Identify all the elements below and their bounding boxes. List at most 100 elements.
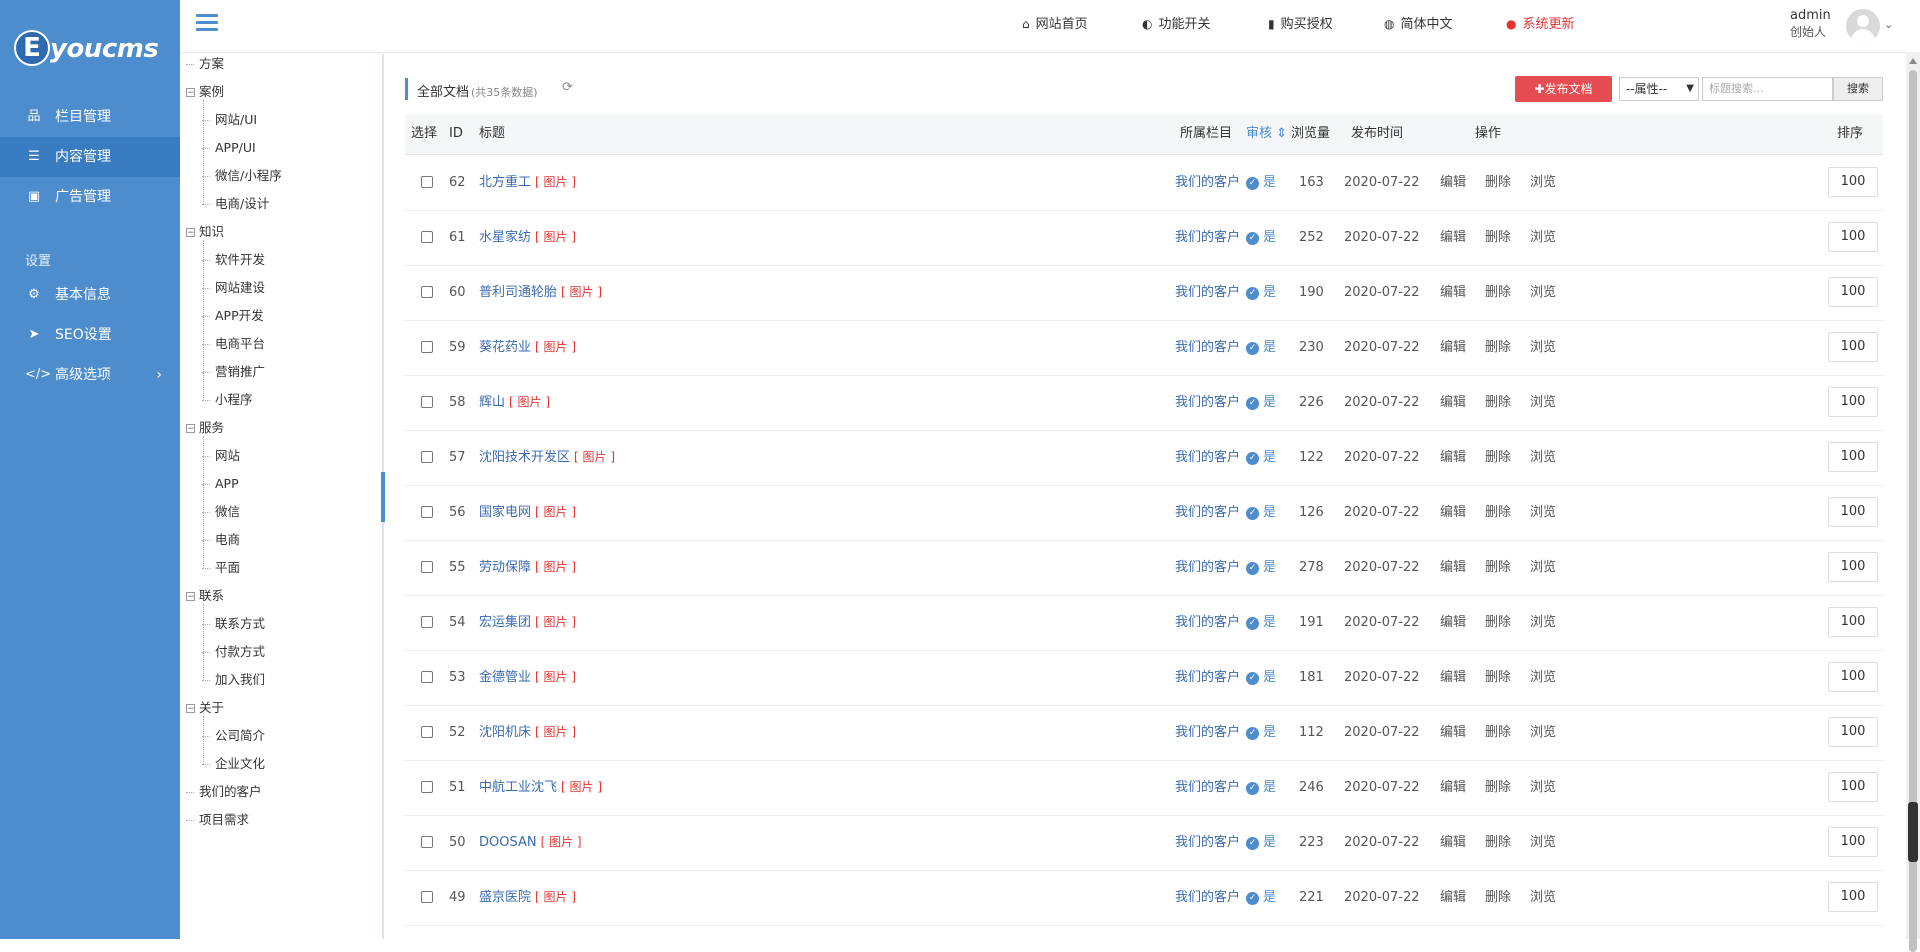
tree-child-node[interactable]: 加入我们 bbox=[202, 669, 265, 691]
view-link[interactable]: 浏览 bbox=[1530, 705, 1556, 760]
delete-link[interactable]: 删除 bbox=[1485, 265, 1511, 320]
edit-link[interactable]: 编辑 bbox=[1440, 815, 1466, 870]
row-title-link[interactable]: 北方重工 bbox=[479, 175, 531, 190]
row-checkbox[interactable] bbox=[421, 836, 433, 848]
collapse-icon[interactable]: − bbox=[186, 228, 195, 238]
sort-order-input[interactable]: 100 bbox=[1828, 387, 1878, 417]
row-title-link[interactable]: 中航工业沈飞 bbox=[479, 780, 557, 795]
sort-order-input[interactable]: 100 bbox=[1828, 607, 1878, 637]
tree-child-node[interactable]: 小程序 bbox=[202, 389, 253, 411]
row-audit[interactable]: ✓ 是 bbox=[1246, 540, 1276, 595]
row-title-link[interactable]: DOOSAN bbox=[479, 835, 537, 850]
row-title-link[interactable]: 辉山 bbox=[479, 395, 505, 410]
scroll-up-icon[interactable] bbox=[1909, 58, 1917, 64]
tree-child-node[interactable]: 微信/小程序 bbox=[202, 165, 282, 187]
panel-divider-handle[interactable] bbox=[381, 472, 385, 522]
row-title-link[interactable]: 沈阳技术开发区 bbox=[479, 450, 570, 465]
title-search-input[interactable]: 标题搜索... bbox=[1702, 77, 1833, 101]
row-checkbox[interactable] bbox=[421, 561, 433, 573]
edit-link[interactable]: 编辑 bbox=[1440, 595, 1466, 650]
delete-link[interactable]: 删除 bbox=[1485, 760, 1511, 815]
sort-order-input[interactable]: 100 bbox=[1828, 497, 1878, 527]
tree-child-node[interactable]: 网站 bbox=[202, 445, 240, 467]
row-title-link[interactable]: 国家电网 bbox=[479, 505, 531, 520]
collapse-icon[interactable]: − bbox=[186, 88, 195, 98]
tree-node[interactable]: − 知识 bbox=[186, 221, 224, 243]
row-audit[interactable]: ✓ 是 bbox=[1246, 320, 1276, 375]
row-title-link[interactable]: 沈阳机床 bbox=[479, 725, 531, 740]
view-link[interactable]: 浏览 bbox=[1530, 210, 1556, 265]
tree-child-node[interactable]: 软件开发 bbox=[202, 249, 265, 271]
delete-link[interactable]: 删除 bbox=[1485, 595, 1511, 650]
sidebar-settings-item-0[interactable]: ⚙ 基本信息 bbox=[0, 275, 180, 315]
view-link[interactable]: 浏览 bbox=[1530, 375, 1556, 430]
row-checkbox[interactable] bbox=[421, 616, 433, 628]
delete-link[interactable]: 删除 bbox=[1485, 870, 1511, 925]
row-checkbox[interactable] bbox=[421, 176, 433, 188]
delete-link[interactable]: 删除 bbox=[1485, 705, 1511, 760]
edit-link[interactable]: 编辑 bbox=[1440, 540, 1466, 595]
edit-link[interactable]: 编辑 bbox=[1440, 430, 1466, 485]
row-audit[interactable]: ✓ 是 bbox=[1246, 760, 1276, 815]
sidebar-item-1[interactable]: ☰ 内容管理 bbox=[0, 137, 180, 177]
view-link[interactable]: 浏览 bbox=[1530, 650, 1556, 705]
view-link[interactable]: 浏览 bbox=[1530, 815, 1556, 870]
sort-order-input[interactable]: 100 bbox=[1828, 277, 1878, 307]
row-category[interactable]: 我们的客户 bbox=[1175, 430, 1240, 485]
tree-node[interactable]: 项目需求 bbox=[186, 809, 249, 831]
sort-order-input[interactable]: 100 bbox=[1828, 442, 1878, 472]
avatar[interactable] bbox=[1846, 9, 1880, 43]
topbar-link-3[interactable]: ◍ 简体中文 bbox=[1384, 0, 1453, 48]
row-title[interactable]: 沈阳机床 [ 图片 ] bbox=[479, 705, 576, 760]
row-checkbox[interactable] bbox=[421, 726, 433, 738]
edit-link[interactable]: 编辑 bbox=[1440, 155, 1466, 210]
row-audit[interactable]: ✓ 是 bbox=[1246, 265, 1276, 320]
tree-node[interactable]: 我们的客户 bbox=[186, 781, 262, 803]
edit-link[interactable]: 编辑 bbox=[1440, 485, 1466, 540]
edit-link[interactable]: 编辑 bbox=[1440, 320, 1466, 375]
row-category[interactable]: 我们的客户 bbox=[1175, 540, 1240, 595]
row-title-link[interactable]: 水星家纺 bbox=[479, 230, 531, 245]
page-scrollbar[interactable] bbox=[1906, 52, 1920, 952]
tree-child-node[interactable]: 网站/UI bbox=[202, 109, 257, 131]
tree-child-node[interactable]: APP bbox=[202, 473, 239, 495]
row-audit[interactable]: ✓ 是 bbox=[1246, 485, 1276, 540]
view-link[interactable]: 浏览 bbox=[1530, 430, 1556, 485]
tree-child-node[interactable]: 网站建设 bbox=[202, 277, 265, 299]
edit-link[interactable]: 编辑 bbox=[1440, 760, 1466, 815]
tree-child-node[interactable]: 营销推广 bbox=[202, 361, 265, 383]
row-category[interactable]: 我们的客户 bbox=[1175, 815, 1240, 870]
row-checkbox[interactable] bbox=[421, 781, 433, 793]
row-category[interactable]: 我们的客户 bbox=[1175, 870, 1240, 925]
row-checkbox[interactable] bbox=[421, 671, 433, 683]
search-button[interactable]: 搜索 bbox=[1833, 77, 1883, 101]
view-link[interactable]: 浏览 bbox=[1530, 320, 1556, 375]
user-info[interactable]: admin 创始人 bbox=[1790, 8, 1852, 40]
row-audit[interactable]: ✓ 是 bbox=[1246, 155, 1276, 210]
row-title[interactable]: DOOSAN[ 图片 ] bbox=[479, 815, 582, 870]
tree-node[interactable]: 方案 bbox=[186, 53, 224, 75]
view-link[interactable]: 浏览 bbox=[1530, 155, 1556, 210]
sort-order-input[interactable]: 100 bbox=[1828, 332, 1878, 362]
topbar-link-2[interactable]: ▮ 购买授权 bbox=[1268, 0, 1333, 48]
row-category[interactable]: 我们的客户 bbox=[1175, 265, 1240, 320]
sidebar-settings-item-2[interactable]: </> 高级选项 › bbox=[0, 355, 180, 395]
collapse-icon[interactable]: − bbox=[186, 704, 195, 714]
row-category[interactable]: 我们的客户 bbox=[1175, 595, 1240, 650]
row-audit[interactable]: ✓ 是 bbox=[1246, 210, 1276, 265]
floating-widget[interactable] bbox=[1908, 802, 1918, 862]
row-category[interactable]: 我们的客户 bbox=[1175, 155, 1240, 210]
view-link[interactable]: 浏览 bbox=[1530, 595, 1556, 650]
row-audit[interactable]: ✓ 是 bbox=[1246, 705, 1276, 760]
tree-node[interactable]: − 联系 bbox=[186, 585, 224, 607]
topbar-link-0[interactable]: ⌂ 网站首页 bbox=[1022, 0, 1088, 48]
row-title[interactable]: 普利司通轮胎 [ 图片 ] bbox=[479, 265, 602, 320]
attribute-select[interactable]: --属性-- ▼ bbox=[1619, 77, 1699, 101]
row-audit[interactable]: ✓ 是 bbox=[1246, 430, 1276, 485]
refresh-icon[interactable]: ⟳ bbox=[562, 80, 573, 95]
sort-order-input[interactable]: 100 bbox=[1828, 662, 1878, 692]
row-category[interactable]: 我们的客户 bbox=[1175, 375, 1240, 430]
view-link[interactable]: 浏览 bbox=[1530, 485, 1556, 540]
row-title-link[interactable]: 葵花药业 bbox=[479, 340, 531, 355]
row-checkbox[interactable] bbox=[421, 396, 433, 408]
